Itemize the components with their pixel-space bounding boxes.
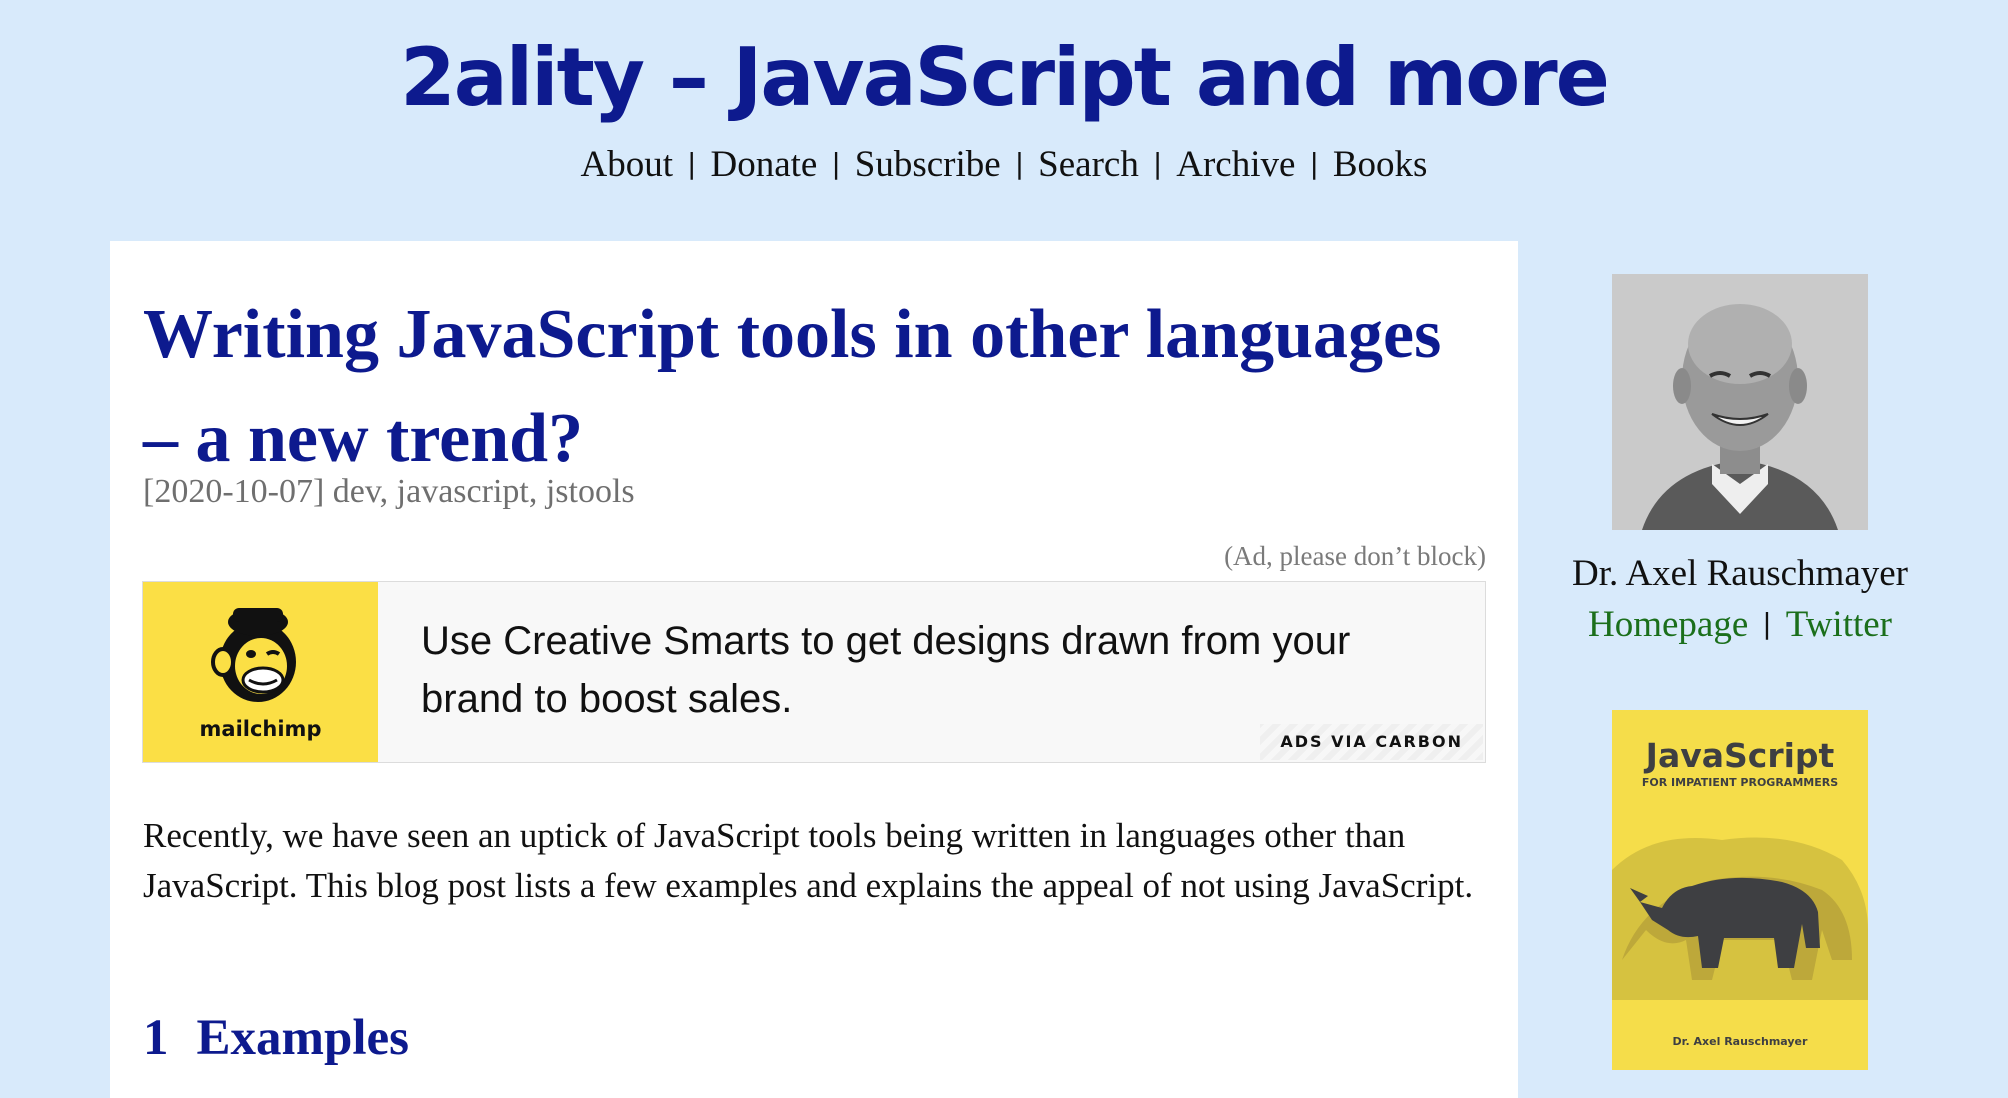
section-heading: 1 Examples xyxy=(143,1009,409,1067)
ad-logo[interactable]: mailchimp xyxy=(143,582,378,762)
nav-separator: | xyxy=(1152,147,1163,180)
sidebar: Dr. Axel Rauschmayer Homepage | Twitter Ja… xyxy=(1540,274,1940,1070)
section-number: 1 xyxy=(143,1010,169,1066)
mailchimp-monkey-icon xyxy=(211,608,296,702)
post-meta: [2020-10-07] dev, javascript, jstools xyxy=(143,473,635,510)
section-title: Examples xyxy=(196,1010,410,1066)
nav-separator: | xyxy=(1309,147,1319,180)
nav-search[interactable]: Search xyxy=(1038,144,1139,185)
rhino-illustration-icon xyxy=(1612,837,1868,1000)
book-author: Dr. Axel Rauschmayer xyxy=(1672,1035,1808,1048)
site-title[interactable]: 2ality – JavaScript and more xyxy=(400,28,1610,128)
ad-note: (Ad, please don’t block) xyxy=(1224,541,1486,571)
nav-subscribe[interactable]: Subscribe xyxy=(855,144,1001,185)
book-subtitle: FOR IMPATIENT PROGRAMMERS xyxy=(1641,776,1839,789)
author-photo[interactable] xyxy=(1612,274,1868,530)
nav-archive[interactable]: Archive xyxy=(1176,144,1295,185)
post-content: Writing JavaScript tools in other lan­gu… xyxy=(110,241,1518,1098)
nav-books[interactable]: Books xyxy=(1333,144,1428,185)
link-separator: | xyxy=(1762,607,1772,640)
book-title: JavaScript xyxy=(1645,736,1835,775)
ad-link[interactable]: Use Creative Smarts to get designs drawn… xyxy=(421,612,1441,728)
nav-separator: | xyxy=(687,147,697,180)
nav-donate[interactable]: Donate xyxy=(710,144,817,185)
ad-brand-name: mailchimp xyxy=(199,717,322,741)
author-name: Dr. Axel Rauschmayer xyxy=(1572,553,1908,594)
carbon-ad[interactable]: mailchimp Use Creative Smarts to get des… xyxy=(142,581,1486,763)
nav-separator: | xyxy=(1014,147,1025,180)
ads-via-carbon-link[interactable]: ADS VIA CARBON xyxy=(1260,724,1483,760)
book-cover[interactable]: JavaScript FOR IMPATIENT PROGRAMMERS Dr.… xyxy=(1612,710,1868,1070)
author-links: Homepage | Twitter xyxy=(1540,603,1940,646)
intro-paragraph: Recently, we have seen an uptick of Java… xyxy=(143,816,1474,905)
twitter-link[interactable]: Twitter xyxy=(1786,604,1892,645)
post-title: Writing JavaScript tools in other lan­gu… xyxy=(143,296,1442,477)
nav-about[interactable]: About xyxy=(581,144,674,185)
homepage-link[interactable]: Homepage xyxy=(1588,604,1748,645)
top-nav: About | Donate | Subscribe | Search | Archive | Bo… xyxy=(0,144,2008,185)
nav-separator: | xyxy=(831,147,841,180)
site-header: 2ality – JavaScript and more About | Donat… xyxy=(0,0,2008,185)
